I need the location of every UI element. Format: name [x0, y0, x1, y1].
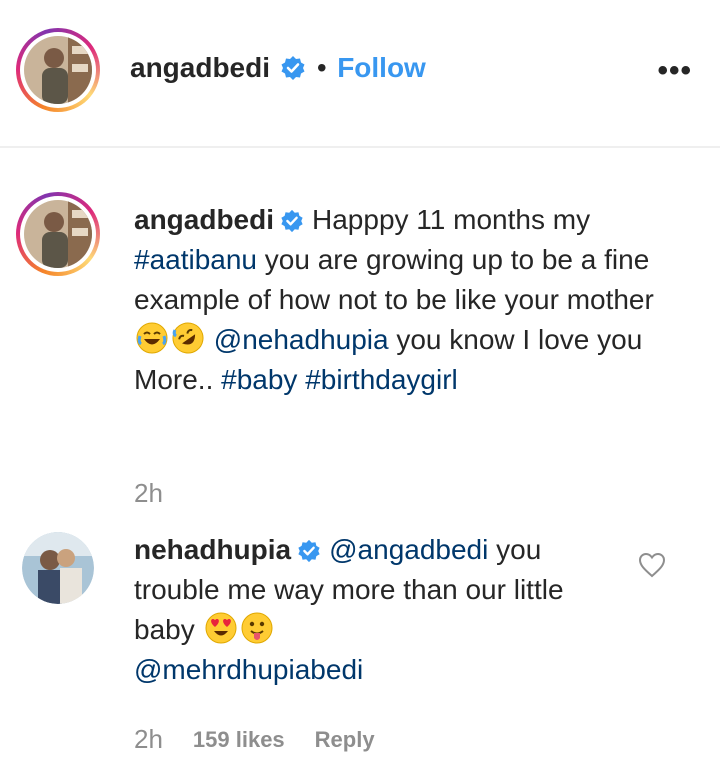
hashtag-link[interactable]: #aatibanu [134, 244, 257, 275]
comment-meta-row: 2h 159 likes Reply [134, 724, 375, 755]
post-caption: angadbedi Happpy 11 months my #aatibanu … [134, 200, 694, 400]
header-user-line: angadbedi • Follow [130, 52, 426, 84]
reply-button[interactable]: Reply [315, 727, 375, 753]
mention-link[interactable]: @angadbedi [329, 534, 488, 565]
heart-eyes-emoji-icon [205, 612, 236, 644]
comment-avatar[interactable] [22, 532, 94, 604]
post-header: angadbedi • Follow ••• [0, 0, 720, 148]
mention-link[interactable]: @mehrdhupiabedi [134, 654, 363, 685]
comment-likes[interactable]: 159 likes [193, 727, 285, 753]
avatar-story-ring[interactable] [16, 28, 100, 112]
like-heart-icon[interactable] [638, 552, 666, 578]
caption-avatar-ring[interactable] [16, 192, 100, 276]
comment-timestamp[interactable]: 2h [134, 724, 163, 755]
caption-timestamp[interactable]: 2h [134, 478, 163, 509]
avatar [24, 36, 92, 104]
caption-avatar [24, 200, 92, 268]
header-separator: • [316, 52, 327, 83]
verified-badge-icon [281, 56, 305, 80]
header-username[interactable]: angadbedi [130, 52, 270, 83]
joy-emoji-icon [136, 322, 168, 354]
verified-badge-icon [298, 539, 320, 563]
verified-badge-icon [281, 209, 303, 233]
tongue-out-emoji-icon [241, 612, 272, 644]
follow-button[interactable]: Follow [337, 52, 426, 83]
comment-body: nehadhupia @angadbedi you trouble me way… [134, 530, 624, 690]
comment-username[interactable]: nehadhupia [134, 534, 291, 565]
mention-link[interactable]: @nehadhupia [214, 324, 389, 355]
caption-text: Happpy 11 months my [312, 204, 591, 235]
hashtag-link[interactable]: #birthdaygirl [305, 364, 458, 395]
caption-username[interactable]: angadbedi [134, 204, 274, 235]
rofl-emoji-icon [172, 322, 204, 354]
more-options-icon[interactable]: ••• [657, 54, 692, 88]
hashtag-link[interactable]: #baby [221, 364, 297, 395]
